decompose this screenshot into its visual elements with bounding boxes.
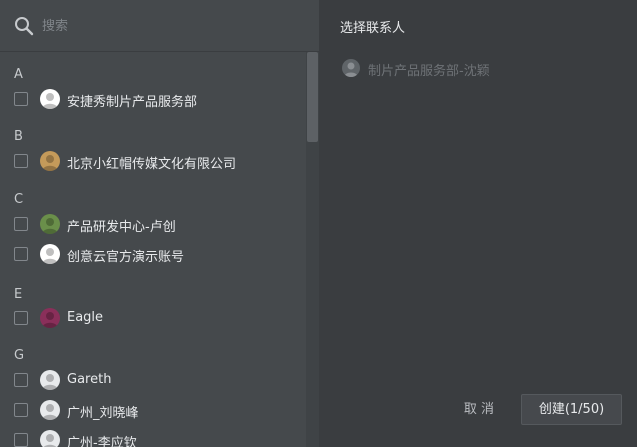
contact-checkbox[interactable] [14, 311, 28, 325]
scrollbar-thumb[interactable] [307, 52, 318, 142]
landscape-avatar [40, 214, 60, 234]
contact-checkbox[interactable] [14, 373, 28, 387]
contact-name: 广州-李应钦 [67, 436, 137, 447]
contact-name: 北京小红帽传媒文化有限公司 [67, 157, 237, 172]
logo-avatar [40, 244, 60, 264]
selected-contact-avatar [342, 59, 360, 77]
selected-contact[interactable]: 制片产品服务部-沈颖 [340, 56, 620, 80]
search-bar [0, 0, 319, 52]
person-avatar [40, 400, 60, 420]
panel-title: 选择联系人 [340, 21, 406, 36]
selected-contact-name: 制片产品服务部-沈颖 [368, 64, 490, 79]
create-button[interactable]: 创建(1/50) [521, 394, 622, 425]
contact-checkbox[interactable] [14, 247, 28, 261]
person-avatar [40, 370, 60, 390]
dog-avatar [40, 151, 60, 171]
group-letter: B [14, 129, 23, 144]
contact-row[interactable]: 创意云官方演示账号 [0, 241, 306, 269]
contact-row[interactable]: 广州-李应钦 [0, 427, 306, 447]
contact-list-panel: A 安捷秀制片产品服务部 B 北京小红帽传媒文化有限公司 C 产品研发中心-卢创创意云官方… [0, 0, 319, 447]
search-icon [15, 17, 34, 36]
group-letter: C [14, 192, 24, 207]
cancel-button[interactable]: 取 消 [459, 396, 499, 424]
contact-row[interactable]: Gareth [0, 367, 306, 395]
group-letter: E [14, 287, 23, 302]
contact-name: Gareth [67, 372, 112, 387]
brand-logo-avatar [40, 89, 60, 109]
contact-checkbox[interactable] [14, 403, 28, 417]
contact-list: A 安捷秀制片产品服务部 B 北京小红帽传媒文化有限公司 C 产品研发中心-卢创 创意云官方… [0, 52, 306, 447]
character-avatar [40, 308, 60, 328]
contact-checkbox[interactable] [14, 154, 28, 168]
person-avatar [40, 430, 60, 447]
scrollbar[interactable] [306, 52, 319, 447]
search-input[interactable] [42, 14, 292, 38]
group-letter: G [14, 348, 25, 363]
contact-row[interactable]: 北京小红帽传媒文化有限公司 [0, 148, 306, 176]
contact-name: 产品研发中心-卢创 [67, 220, 176, 235]
contact-checkbox[interactable] [14, 433, 28, 447]
group-letter: A [14, 67, 23, 82]
contact-checkbox[interactable] [14, 217, 28, 231]
contact-row[interactable]: Eagle [0, 305, 306, 333]
selected-contacts-panel: 选择联系人 制片产品服务部-沈颖 取 消 创建(1/50) [319, 0, 637, 447]
contact-row[interactable]: 广州_刘晓峰 [0, 397, 306, 425]
contact-name: Eagle [67, 310, 104, 325]
contact-name: 安捷秀制片产品服务部 [67, 95, 198, 110]
contact-row[interactable]: 安捷秀制片产品服务部 [0, 86, 306, 114]
contact-name: 创意云官方演示账号 [67, 250, 185, 265]
contact-name: 广州_刘晓峰 [67, 406, 139, 421]
contact-row[interactable]: 产品研发中心-卢创 [0, 211, 306, 239]
contact-checkbox[interactable] [14, 92, 28, 106]
